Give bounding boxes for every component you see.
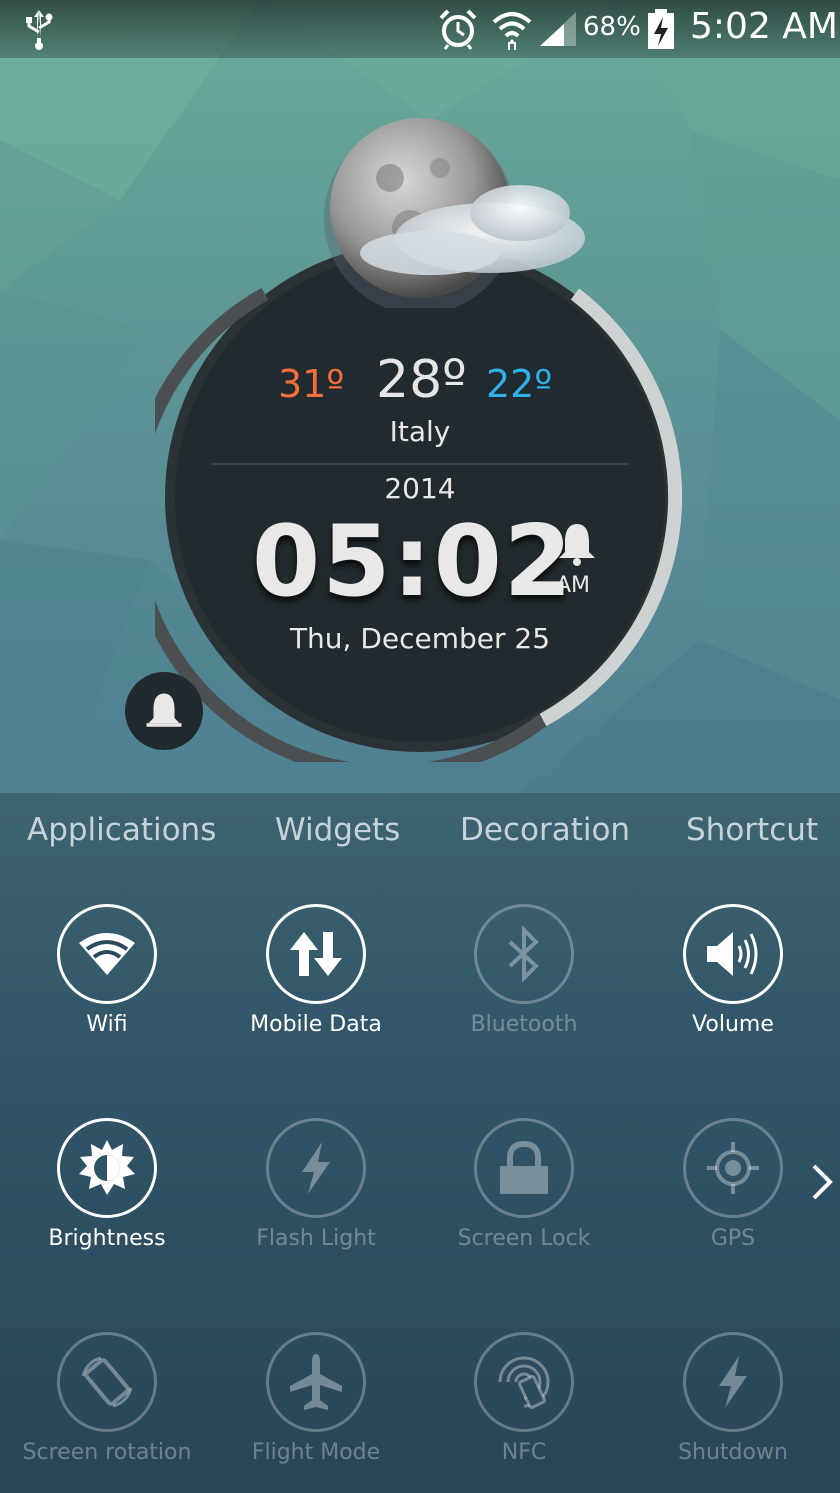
shutdown-icon: [719, 1356, 747, 1408]
nfc-toggle-circle[interactable]: [474, 1332, 574, 1432]
clock-time[interactable]: 05:02: [252, 505, 574, 619]
toggle-label: NFC: [501, 1440, 547, 1465]
flash-toggle-circle[interactable]: [266, 1118, 366, 1218]
signal-icon: [540, 12, 576, 46]
gps-toggle-circle[interactable]: [683, 1118, 783, 1218]
gps-icon: [707, 1142, 759, 1194]
toggle-label: Screen Lock: [457, 1226, 591, 1251]
toggle-mobile-data[interactable]: Mobile Data: [216, 904, 416, 1084]
toggle-label: GPS: [710, 1226, 756, 1251]
clock-year: 2014: [384, 472, 456, 505]
lock-icon: [500, 1140, 548, 1194]
clock-date: Thu, December 25: [289, 622, 551, 655]
tab-shortcut[interactable]: Shortcut: [686, 812, 818, 848]
brightness-icon: [79, 1140, 135, 1195]
toggle-label: Brightness: [48, 1226, 166, 1251]
toggle-bluetooth[interactable]: Bluetooth: [424, 904, 624, 1084]
airplane-toggle-circle[interactable]: [266, 1332, 366, 1432]
usb-icon: [26, 10, 53, 50]
mobile-data-toggle-circle[interactable]: [266, 904, 366, 1004]
toggle-shutdown[interactable]: Shutdown: [633, 1332, 833, 1493]
chevron-right-icon[interactable]: [808, 1160, 836, 1204]
toggle-screen-lock[interactable]: Screen Lock: [424, 1118, 624, 1298]
toggle-nfc[interactable]: NFC: [424, 1332, 624, 1493]
battery-percent: 68%: [583, 12, 641, 42]
bluetooth-toggle-circle[interactable]: [474, 904, 574, 1004]
toggle-label: Screen rotation: [22, 1440, 192, 1465]
bell-icon: [559, 524, 595, 566]
tab-decoration[interactable]: Decoration: [460, 812, 630, 848]
brightness-toggle-circle[interactable]: [57, 1118, 157, 1218]
temperature-high: 31º: [278, 362, 345, 406]
toggle-gps[interactable]: GPS: [633, 1118, 833, 1298]
toggle-volume[interactable]: Volume: [633, 904, 833, 1084]
toggle-label: Mobile Data: [250, 1012, 382, 1037]
rotation-icon: [81, 1356, 133, 1408]
toggle-flash-light[interactable]: Flash Light: [216, 1118, 416, 1298]
temperature-low: 22º: [486, 362, 553, 406]
flash-icon: [302, 1142, 330, 1194]
toggle-brightness[interactable]: Brightness: [7, 1118, 207, 1298]
bell-icon: [146, 693, 182, 727]
volume-icon: [707, 932, 758, 976]
wifi-icon: [79, 933, 135, 975]
tab-applications[interactable]: Applications: [27, 812, 216, 848]
status-time: 5:02 AM: [690, 6, 838, 47]
toggle-screen-rotation[interactable]: Screen rotation: [7, 1332, 207, 1493]
mobile-data-icon: [290, 932, 342, 976]
shutdown-toggle-circle[interactable]: [683, 1332, 783, 1432]
nfc-icon: [498, 1356, 550, 1409]
clock-ampm: AM: [556, 573, 591, 598]
airplane-icon: [290, 1354, 342, 1410]
weather-location[interactable]: Italy: [340, 415, 500, 448]
toggle-label: Wifi: [86, 1012, 128, 1037]
volume-toggle-circle[interactable]: [683, 904, 783, 1004]
wifi-toggle-circle[interactable]: [57, 904, 157, 1004]
toggle-flight-mode[interactable]: Flight Mode: [216, 1332, 416, 1493]
alarm-button[interactable]: [125, 672, 203, 750]
rotation-toggle-circle[interactable]: [57, 1332, 157, 1432]
battery-charging-icon: [648, 9, 674, 49]
toggle-label: Bluetooth: [470, 1012, 578, 1037]
toggle-label: Volume: [692, 1012, 774, 1037]
lock-toggle-circle[interactable]: [474, 1118, 574, 1218]
toggle-label: Flight Mode: [251, 1440, 381, 1465]
toggle-label: Flash Light: [256, 1226, 376, 1251]
moon-cloud-icon: [324, 118, 585, 308]
wifi-icon: [492, 12, 532, 50]
clock-divider: [212, 463, 628, 465]
alarm-clock-icon: [439, 9, 477, 50]
status-bar: 68% 5:02 AM: [0, 0, 840, 58]
tab-widgets[interactable]: Widgets: [275, 812, 400, 848]
temperature-current: 28º: [376, 350, 467, 410]
toggle-label: Shutdown: [678, 1440, 788, 1465]
bluetooth-icon: [508, 926, 539, 982]
toggle-wifi[interactable]: Wifi: [7, 904, 207, 1084]
